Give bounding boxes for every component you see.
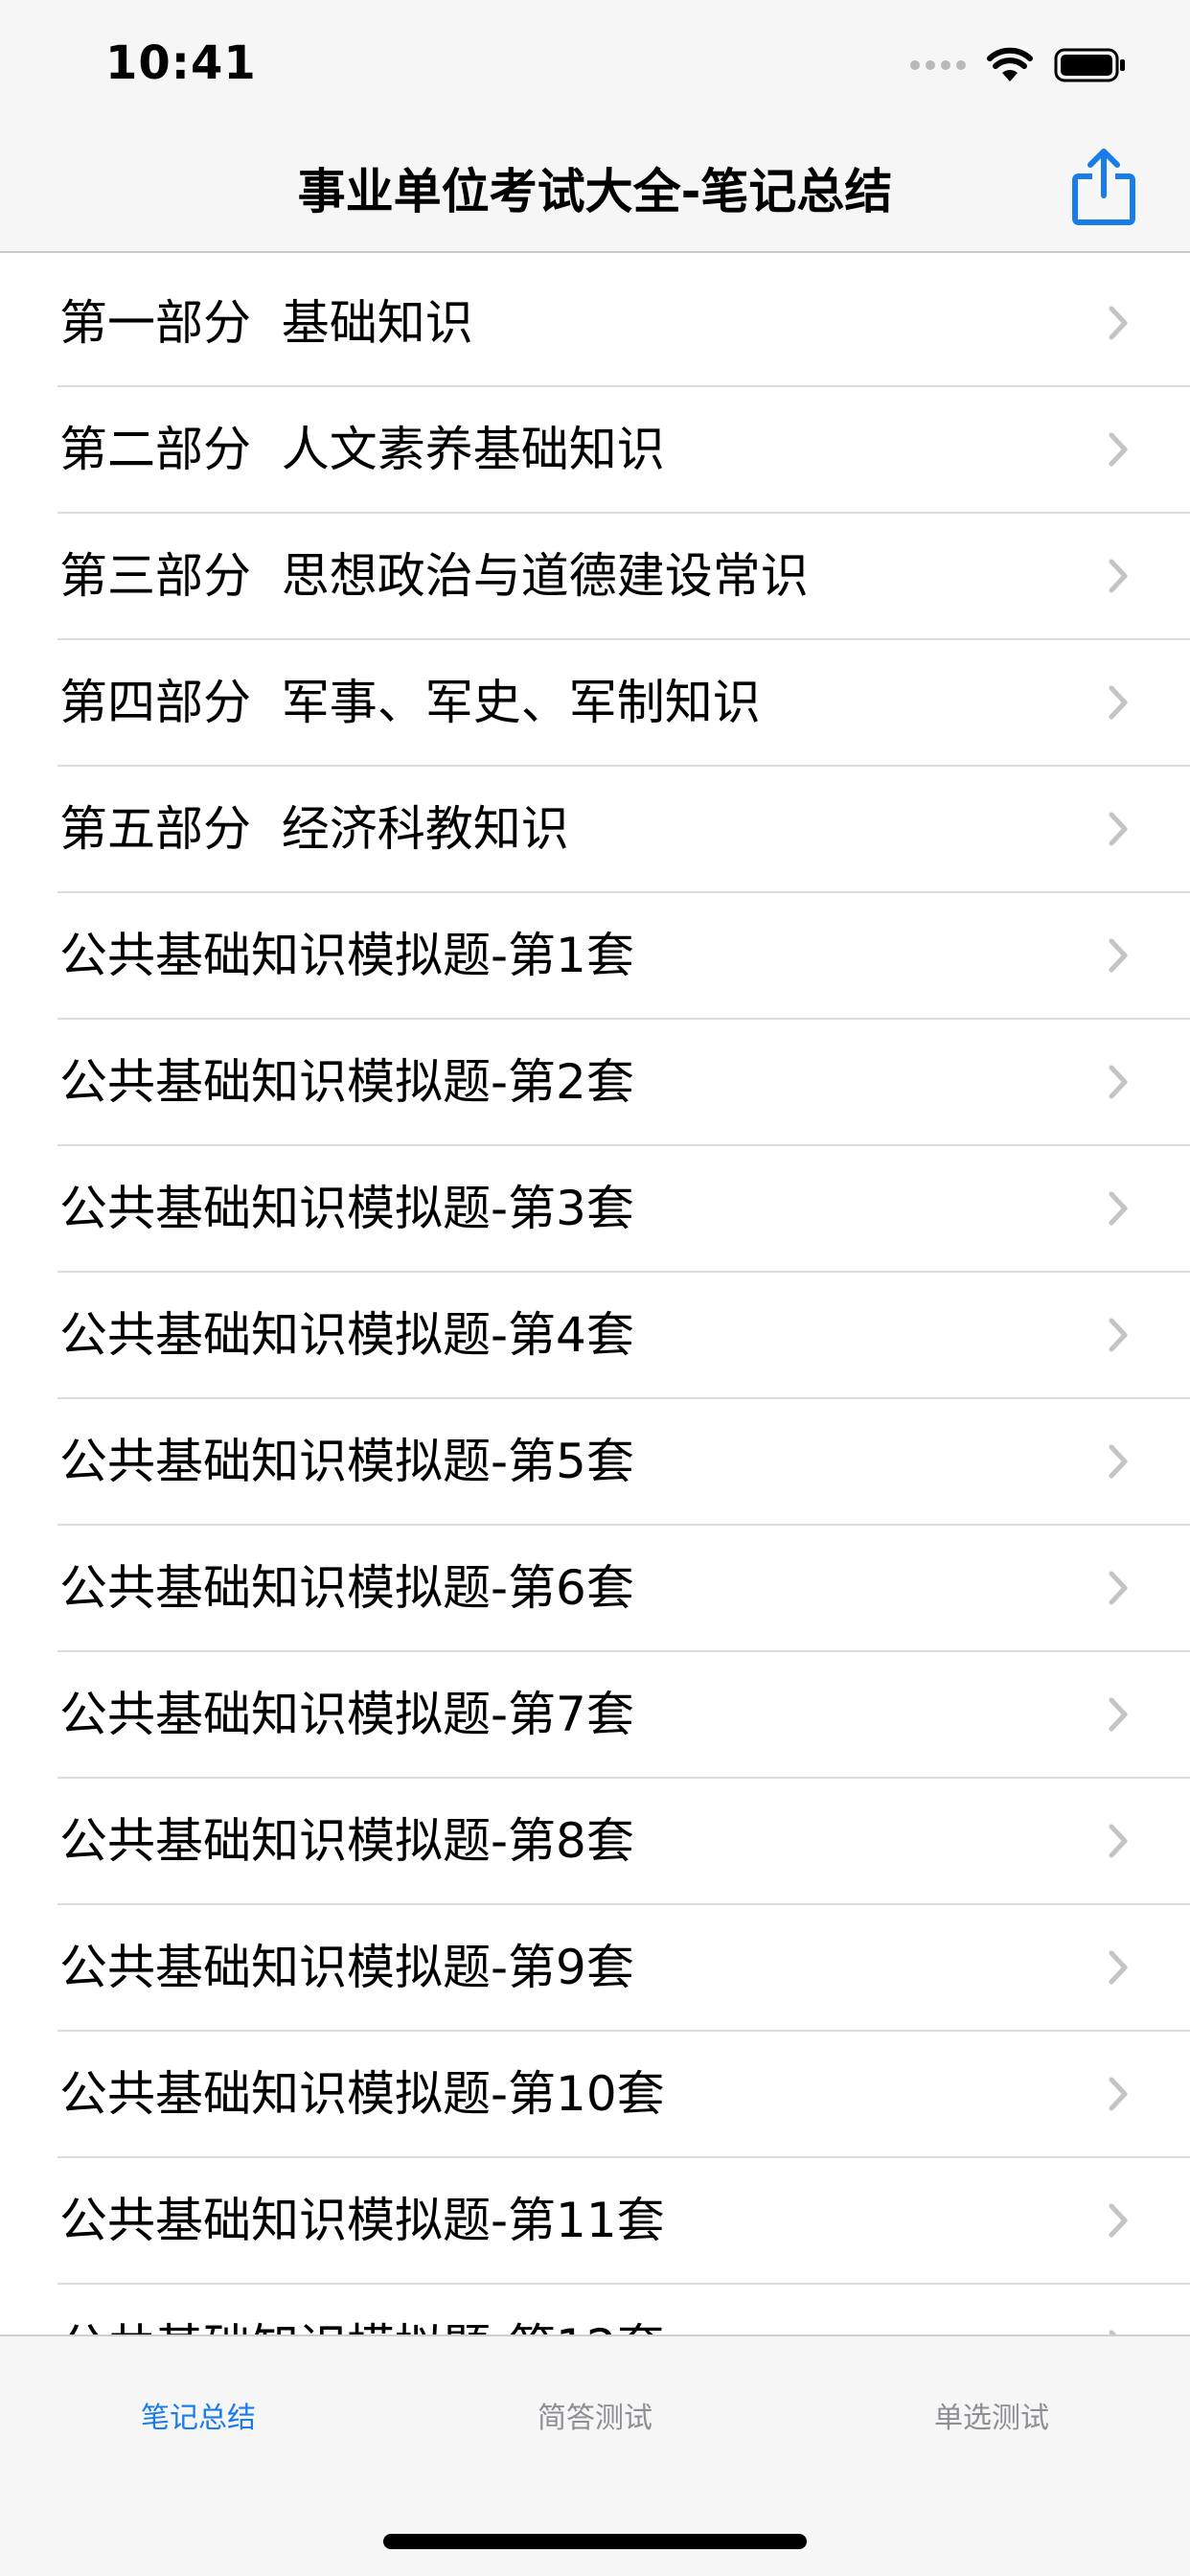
status-indicators: [910, 42, 1127, 88]
chevron-right-icon: [1109, 432, 1128, 467]
battery-icon: [1054, 48, 1125, 82]
list-item-label: 第四部分 军事、军史、军制知识: [59, 675, 761, 730]
list-item-label: 公共基础知识模拟题-第8套: [59, 1813, 634, 1869]
chevron-right-icon: [1109, 1950, 1128, 1985]
list-item[interactable]: 第一部分 基础知识: [0, 261, 1190, 387]
tab-single-choice-test[interactable]: 单选测试: [793, 2336, 1190, 2499]
chevron-right-icon: [1109, 938, 1128, 973]
home-indicator[interactable]: [383, 2534, 807, 2549]
list-item-label: 公共基础知识模拟题-第6套: [59, 1560, 634, 1616]
list-item[interactable]: 公共基础知识模拟题-第2套: [0, 1020, 1190, 1146]
chevron-right-icon: [1109, 812, 1128, 846]
list-item-label: 公共基础知识模拟题-第7套: [59, 1687, 634, 1742]
list-item-label: 公共基础知识模拟题-第10套: [59, 2066, 665, 2122]
tab-short-answer-test[interactable]: 简答测试: [397, 2336, 793, 2499]
list-item[interactable]: 第三部分 思想政治与道德建设常识: [0, 514, 1190, 640]
tab-label: 简答测试: [538, 2402, 652, 2435]
list-item[interactable]: 公共基础知识模拟题-第1套: [0, 893, 1190, 1020]
list-item-label: 公共基础知识模拟题-第3套: [59, 1181, 634, 1236]
list-item[interactable]: 公共基础知识模拟题-第10套: [0, 2032, 1190, 2158]
list-item[interactable]: 公共基础知识模拟题-第8套: [0, 1779, 1190, 1905]
chevron-right-icon: [1109, 559, 1128, 593]
list-item-label: 第三部分 思想政治与道德建设常识: [59, 548, 809, 604]
tab-label: 单选测试: [934, 2402, 1049, 2435]
list-item-label: 公共基础知识模拟题-第5套: [59, 1434, 634, 1489]
list-item[interactable]: 公共基础知识模拟题-第11套: [0, 2158, 1190, 2285]
list-item-label: 第一部分 基础知识: [59, 295, 473, 351]
list-item[interactable]: 公共基础知识模拟题-第5套: [0, 1399, 1190, 1526]
chevron-right-icon: [1109, 1697, 1128, 1732]
list-item-label: 第二部分 人文素养基础知识: [59, 422, 665, 477]
chevron-right-icon: [1109, 1824, 1128, 1858]
status-time: 10:41: [105, 36, 257, 90]
chevron-right-icon: [1109, 1318, 1128, 1352]
list-item[interactable]: 公共基础知识模拟题-第6套: [0, 1526, 1190, 1652]
list-item[interactable]: 第五部分 经济科教知识: [0, 767, 1190, 893]
list-item[interactable]: 公共基础知识模拟题-第4套: [0, 1273, 1190, 1399]
list-item-label: 公共基础知识模拟题-第1套: [59, 928, 634, 983]
list-item[interactable]: 公共基础知识模拟题-第9套: [0, 1905, 1190, 2032]
cellular-signal-icon: [910, 60, 966, 70]
list-item-label: 公共基础知识模拟题-第9套: [59, 1940, 634, 1995]
list-item[interactable]: 第二部分 人文素养基础知识: [0, 387, 1190, 514]
list-item-label: 公共基础知识模拟题-第11套: [59, 2193, 665, 2248]
chevron-right-icon: [1109, 306, 1128, 340]
notes-list: 第一部分 基础知识 第二部分 人文素养基础知识 第三部分 思想政治与道德建设常识…: [0, 261, 1190, 2411]
list-item-label: 公共基础知识模拟题-第2套: [59, 1054, 634, 1110]
chevron-right-icon: [1109, 1191, 1128, 1226]
page-title: 事业单位考试大全-笔记总结: [297, 164, 893, 219]
chevron-right-icon: [1109, 1065, 1128, 1099]
list-item-label: 第五部分 经济科教知识: [59, 801, 569, 857]
chevron-right-icon: [1109, 1444, 1128, 1479]
share-button[interactable]: [1065, 146, 1142, 226]
list-item[interactable]: 公共基础知识模拟题-第3套: [0, 1146, 1190, 1273]
chevron-right-icon: [1109, 2077, 1128, 2111]
top-bar: 10:41 事业单位考试大全-笔记总结: [0, 0, 1190, 253]
chevron-right-icon: [1109, 685, 1128, 720]
chevron-right-icon: [1109, 1571, 1128, 1605]
list-item[interactable]: 第四部分 军事、军史、军制知识: [0, 640, 1190, 767]
chevron-right-icon: [1109, 2203, 1128, 2238]
share-icon: [1072, 149, 1135, 225]
list-item[interactable]: 公共基础知识模拟题-第7套: [0, 1652, 1190, 1779]
app-screen: 10:41 事业单位考试大全-笔记总结 第一部分 基础知识 第二部分 人文素养基…: [0, 0, 1190, 2576]
tab-label: 笔记总结: [141, 2402, 256, 2435]
wifi-icon: [987, 47, 1033, 81]
list-item-label: 公共基础知识模拟题-第4套: [59, 1307, 634, 1363]
tab-notes-summary[interactable]: 笔记总结: [0, 2336, 397, 2499]
